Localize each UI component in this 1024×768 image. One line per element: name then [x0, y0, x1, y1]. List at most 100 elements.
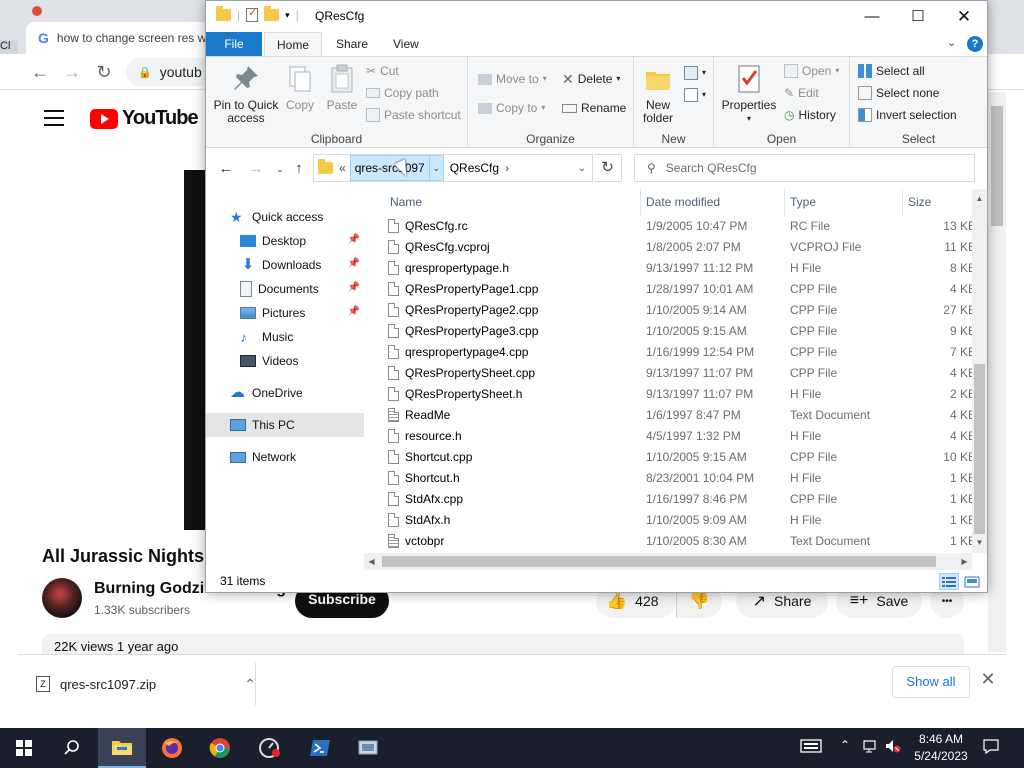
easy-access-button[interactable]: ▾ [684, 85, 706, 105]
file-row[interactable]: vctobpr 1/10/2005 8:30 AM Text Document 1 K… [378, 531, 978, 552]
search-input[interactable]: ⚲ Search QResCfg [634, 154, 975, 182]
file-explorer-taskbar-icon[interactable] [98, 728, 146, 768]
file-row[interactable]: ReadMe 1/6/1997 8:47 PM Text Document 4 KB [378, 405, 978, 426]
system-tool-icon[interactable] [344, 728, 392, 768]
maximize-icon[interactable]: ☐ [895, 1, 941, 32]
nav-quick-access[interactable]: ★ Quick access [206, 205, 364, 229]
file-list-scrollbar-thumb[interactable] [974, 364, 985, 534]
forward-icon[interactable]: → [60, 60, 84, 84]
breadcrumb-qres-src1097[interactable]: qres-src1097 [349, 155, 430, 181]
rename-button[interactable]: Rename [562, 98, 626, 118]
history-button[interactable]: ◷ History [784, 105, 836, 125]
column-date-modified[interactable]: Date modified [640, 189, 784, 215]
new-folder-icon[interactable] [264, 6, 280, 21]
new-folder-button[interactable]: New folder [640, 63, 676, 125]
forward-arrow-icon[interactable]: → [246, 159, 266, 179]
open-button[interactable]: Open ▾ [784, 61, 839, 81]
channel-avatar[interactable] [42, 578, 82, 618]
help-icon[interactable]: ? [967, 36, 983, 52]
new-item-button[interactable]: ▾ [684, 63, 706, 83]
select-none-button[interactable]: Select none [858, 83, 939, 103]
address-history-icon[interactable]: ⌄ [578, 163, 586, 174]
windows-start-icon[interactable] [0, 728, 48, 768]
file-row[interactable]: Shortcut.h 8/23/2001 10:04 PM H File 1 KB [378, 468, 978, 489]
properties-button[interactable]: Properties ▾ [720, 63, 778, 125]
file-row[interactable]: qrespropertypage4.cpp 1/16/1999 12:54 PM C… [378, 342, 978, 363]
file-row[interactable]: QResPropertySheet.h 9/13/1997 11:07 PM H F… [378, 384, 978, 405]
back-icon[interactable]: ← [28, 60, 52, 84]
network-tray-icon[interactable] [862, 738, 880, 757]
address-bar[interactable]: « qres-src1097 ⌄ QResCfg › ⌄ [313, 154, 593, 182]
file-row[interactable]: Shortcut.cpp 1/10/2005 9:15 AM CPP File 10 … [378, 447, 978, 468]
video-description[interactable]: 22K views 1 year ago [42, 634, 964, 654]
nav-videos[interactable]: Videos [206, 349, 364, 373]
nav-pictures[interactable]: Pictures 📌 [206, 301, 364, 325]
large-icons-view-icon[interactable] [962, 573, 982, 590]
file-row[interactable]: StdAfx.cpp 1/16/1997 8:46 PM CPP File 1 KB [378, 489, 978, 510]
move-to-button[interactable]: Move to ▾ [478, 69, 547, 89]
details-view-icon[interactable] [939, 573, 959, 590]
file-row[interactable]: QResPropertyPage2.cpp 1/10/2005 9:14 AM CP… [378, 300, 978, 321]
paste-button[interactable]: Paste [324, 63, 360, 112]
back-arrow-icon[interactable]: ← [216, 159, 236, 179]
file-list-scrollbar[interactable]: ▲ ▼ [972, 189, 987, 553]
invert-selection-button[interactable]: Invert selection [858, 105, 957, 125]
chevron-down-icon[interactable]: ⌄ [947, 36, 956, 49]
show-all-button[interactable]: Show all [892, 666, 970, 698]
column-size[interactable]: Size [902, 189, 972, 215]
file-row[interactable]: resource.h 4/5/1997 1:32 PM H File 4 KB [378, 426, 978, 447]
scroll-left-icon[interactable]: ◀ [364, 553, 379, 570]
page-scrollbar-thumb[interactable] [991, 106, 1003, 226]
reload-icon[interactable]: ↻ [92, 60, 116, 84]
tab-file[interactable]: File [206, 32, 262, 56]
cut-button[interactable]: ✂ Cut [366, 61, 399, 81]
breadcrumb-separator[interactable]: › [505, 161, 509, 175]
nav-music[interactable]: ♪ Music [206, 325, 364, 349]
file-row[interactable]: StdAfx.h 1/10/2005 9:09 AM H File 1 KB [378, 510, 978, 531]
breadcrumb-qrescfg[interactable]: QResCfg [450, 161, 499, 175]
paste-shortcut-button[interactable]: Paste shortcut [366, 105, 461, 125]
properties-icon[interactable] [246, 6, 259, 22]
hamburger-menu-icon[interactable] [44, 110, 64, 126]
tab-view[interactable]: View [381, 32, 431, 56]
horizontal-scrollbar-thumb[interactable] [382, 556, 936, 567]
nav-documents[interactable]: Documents 📌 [206, 277, 364, 301]
copy-button[interactable]: Copy [282, 63, 318, 112]
youtube-logo[interactable]: YouTube [90, 107, 199, 130]
nav-downloads[interactable]: ⬇ Downloads 📌 [206, 253, 364, 277]
firefox-icon[interactable] [148, 728, 196, 768]
horizontal-scrollbar[interactable]: ◀ ▶ [364, 553, 972, 570]
tab-home[interactable]: Home [264, 32, 323, 56]
copy-path-button[interactable]: Copy path [366, 83, 439, 103]
column-type[interactable]: Type [784, 189, 902, 215]
scroll-up-icon[interactable]: ▲ [972, 191, 987, 206]
clock[interactable]: 8:46 AM 5/24/2023 [906, 731, 976, 765]
file-row[interactable]: QResPropertyPage1.cpp 1/28/1997 10:01 AM C… [378, 279, 978, 300]
download-item[interactable]: Z qres-src1097.zip ⌃ [36, 669, 256, 699]
powershell-icon[interactable] [296, 728, 344, 768]
chrome-tab[interactable]: G how to change screen res w [26, 22, 216, 54]
overflow-chevron[interactable]: « [339, 161, 346, 175]
close-window-icon[interactable]: ✕ [941, 1, 987, 32]
copy-to-button[interactable]: Copy to ▾ [478, 98, 545, 118]
pin-quick-access-button[interactable]: Pin to Quick access [212, 63, 280, 125]
refresh-icon[interactable]: ↻ [594, 154, 622, 182]
delete-button[interactable]: ✕ Delete ▾ [562, 69, 620, 89]
nav-this-pc[interactable]: This PC [206, 413, 364, 437]
recording-app-icon[interactable] [246, 728, 294, 768]
nav-onedrive[interactable]: ☁ OneDrive [206, 381, 364, 405]
scroll-down-icon[interactable]: ▼ [972, 535, 987, 550]
up-arrow-icon[interactable]: ↑ [289, 159, 309, 179]
customize-qat-icon[interactable]: ▾ [285, 10, 290, 21]
edit-button[interactable]: ✎ Edit [784, 83, 819, 103]
nav-network[interactable]: Network [206, 445, 364, 469]
file-row[interactable]: qrespropertypage.h 9/13/1997 11:12 PM H Fi… [378, 258, 978, 279]
chevron-up-tray-icon[interactable]: ⌃ [840, 738, 850, 752]
page-scrollbar[interactable] [988, 92, 1006, 652]
notifications-icon[interactable] [982, 738, 1000, 757]
action-center-keyboard-icon[interactable] [800, 738, 822, 757]
nav-desktop[interactable]: Desktop 📌 [206, 229, 364, 253]
volume-muted-icon[interactable] [884, 738, 902, 757]
close-icon[interactable]: ✕ [980, 669, 996, 693]
scroll-right-icon[interactable]: ▶ [957, 553, 972, 570]
